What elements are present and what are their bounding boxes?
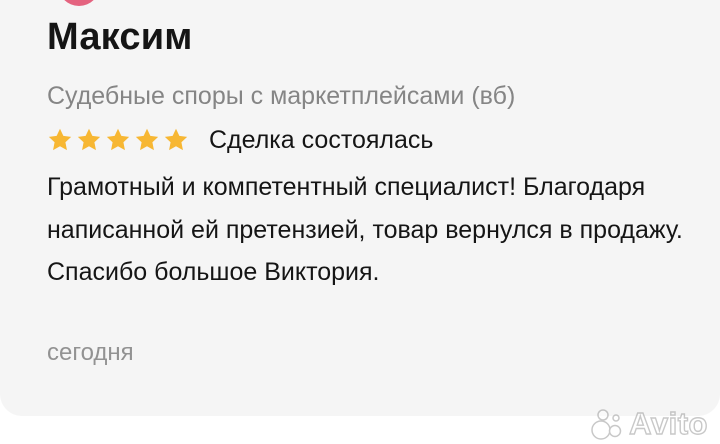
avatar[interactable] <box>58 0 100 6</box>
star-icon <box>135 128 159 151</box>
review-card: Максим Судебные споры с маркетплейсами (… <box>0 0 720 416</box>
avito-watermark: Avito <box>589 405 708 442</box>
rating-row: Сделка состоялась <box>47 124 433 156</box>
deal-status: Сделка состоялась <box>209 125 434 154</box>
star-icon <box>48 128 72 151</box>
star-rating <box>47 127 189 153</box>
review-date: сегодня <box>47 339 134 366</box>
review-text: Грамотный и компетентный специалист! Бла… <box>47 173 683 286</box>
avito-logo-text: Avito <box>628 405 708 441</box>
star-icon <box>106 128 130 151</box>
star-icon <box>77 128 101 151</box>
star-icon <box>164 128 188 151</box>
service-title[interactable]: Судебные споры с маркетплейсами (вб) <box>47 82 515 111</box>
author-name[interactable]: Максим <box>47 16 193 59</box>
avito-logo-icon <box>591 409 622 440</box>
